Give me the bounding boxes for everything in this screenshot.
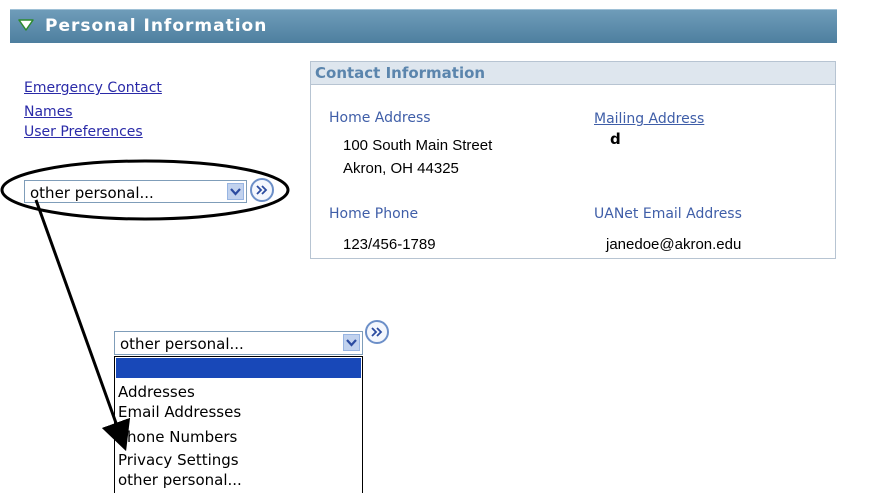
annotation-arrow: [34, 199, 131, 452]
